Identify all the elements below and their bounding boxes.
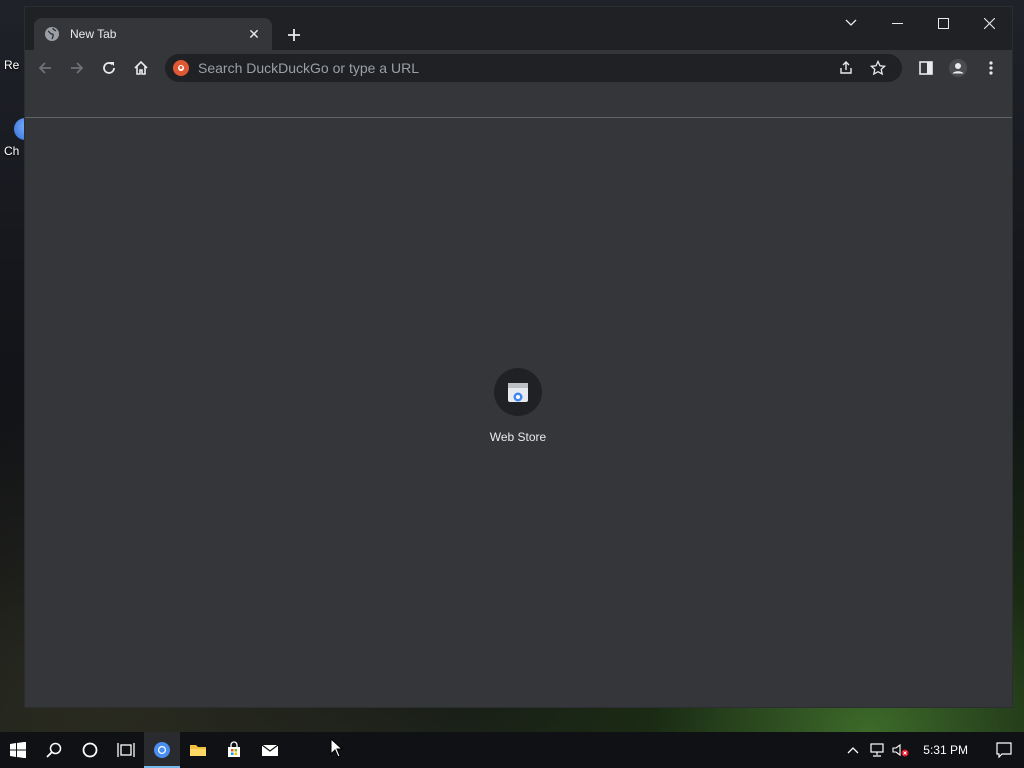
network-icon: [870, 743, 884, 757]
network-button[interactable]: [865, 732, 889, 768]
cortana-button[interactable]: [72, 732, 108, 768]
reload-button[interactable]: [93, 52, 125, 84]
side-panel-button[interactable]: [910, 52, 942, 84]
address-bar[interactable]: [165, 54, 902, 82]
task-view-button[interactable]: [108, 732, 144, 768]
shortcut-web-store[interactable]: Web Store: [474, 368, 562, 444]
volume-button[interactable]: [889, 732, 913, 768]
tab-new-tab[interactable]: New Tab ✕: [34, 18, 272, 50]
duckduckgo-icon: [173, 60, 189, 76]
tab-close-icon[interactable]: ✕: [246, 26, 262, 42]
task-view-icon: [117, 743, 135, 757]
title-bar[interactable]: New Tab ✕: [25, 7, 1012, 50]
omnibox-input[interactable]: [198, 60, 830, 76]
start-button[interactable]: [0, 732, 36, 768]
browser-window: New Tab ✕ Search DuckDuckGo or type a UR…: [24, 6, 1013, 708]
desktop-icon-label: Ch: [4, 144, 20, 158]
minimize-button[interactable]: [874, 7, 920, 39]
system-tray: 5:31 PM: [841, 732, 1024, 768]
home-button[interactable]: [125, 52, 157, 84]
kebab-menu-icon: [989, 61, 993, 75]
navigation-toolbar: [25, 50, 1012, 86]
taskbar-search-button[interactable]: [36, 732, 72, 768]
tab-search-button[interactable]: [828, 7, 874, 39]
shortcut-tile: [494, 368, 542, 416]
menu-button[interactable]: [975, 52, 1007, 84]
home-icon: [134, 60, 148, 75]
desktop-icon-chrome[interactable]: Ch: [4, 118, 26, 158]
notification-icon: [996, 742, 1012, 758]
profile-avatar-icon: [949, 59, 967, 77]
close-window-button[interactable]: [966, 7, 1012, 39]
maximize-icon: [937, 17, 949, 29]
bookmarks-bar: [25, 86, 1012, 118]
shortcut-label: Web Store: [489, 430, 547, 444]
taskbar-clock[interactable]: 5:31 PM: [923, 743, 968, 757]
desktop-icon-recycle-bin[interactable]: Re: [4, 58, 26, 72]
forward-button[interactable]: [61, 52, 93, 84]
taskbar-file-explorer[interactable]: [180, 732, 216, 768]
window-controls: [828, 7, 1012, 39]
close-icon: [983, 17, 995, 29]
desktop-icon-label: Re: [4, 58, 20, 72]
mouse-cursor-icon: [330, 738, 344, 758]
taskbar-store[interactable]: [216, 732, 252, 768]
file-explorer-icon: [190, 745, 206, 756]
search-icon: [46, 742, 62, 758]
taskbar: 5:31 PM: [0, 732, 1024, 768]
arrow-right-icon: [71, 62, 84, 74]
chevron-down-icon: [845, 19, 857, 26]
tab-title: New Tab: [70, 27, 117, 41]
bookmark-star-icon[interactable]: [862, 54, 894, 82]
store-icon: [228, 741, 240, 757]
new-tab-button[interactable]: [282, 23, 306, 47]
taskbar-mail[interactable]: [252, 732, 288, 768]
back-button[interactable]: [29, 52, 61, 84]
arrow-left-icon: [38, 62, 51, 74]
maximize-button[interactable]: [920, 7, 966, 39]
mail-icon: [261, 744, 279, 756]
cortana-icon: [82, 742, 98, 758]
chrome-icon: [154, 742, 170, 758]
taskbar-chrome[interactable]: [144, 732, 180, 768]
profile-button[interactable]: [942, 52, 974, 84]
action-center-button[interactable]: [984, 732, 1024, 768]
side-panel-icon: [919, 61, 933, 75]
reload-icon: [103, 62, 115, 74]
new-tab-page: Web Store: [25, 118, 1012, 707]
web-store-icon: [508, 383, 528, 402]
plus-icon: [288, 29, 300, 41]
start-icon: [10, 742, 26, 758]
show-hidden-icons-button[interactable]: [841, 732, 865, 768]
share-icon[interactable]: [830, 54, 862, 82]
chevron-up-icon: [847, 747, 859, 754]
globe-icon: [44, 26, 60, 42]
volume-muted-icon: [892, 743, 909, 757]
minimize-icon: [891, 22, 903, 24]
